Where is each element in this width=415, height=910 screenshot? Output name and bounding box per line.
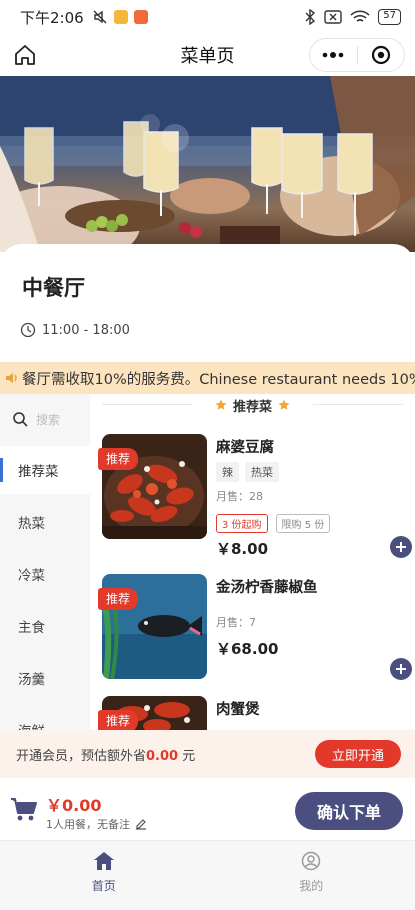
clock-icon	[20, 322, 36, 338]
opening-hours-text: 11:00 - 18:00	[42, 322, 130, 338]
page-title: 菜单页	[180, 46, 235, 67]
mute-icon	[93, 10, 107, 24]
tab-mine-label: 我的	[299, 879, 324, 893]
star-icon	[215, 399, 227, 410]
membership-promo-text: 开通会员，预估额外省0.00 元	[16, 745, 195, 764]
category-hot-dishes[interactable]: 热菜	[0, 498, 90, 546]
dish-name: 肉蟹煲	[216, 702, 260, 718]
plus-icon	[396, 542, 406, 552]
speaker-icon	[6, 373, 17, 383]
home-filled-icon	[93, 852, 114, 870]
target-close-icon	[371, 45, 390, 65]
join-membership-button[interactable]: 立即开通	[315, 740, 401, 768]
dish-tag: 辣	[216, 462, 239, 482]
search-input[interactable]: 搜索	[0, 400, 90, 438]
membership-promo-bar: 开通会员，预估额外省0.00 元 立即开通	[0, 730, 415, 778]
dish-name: 麻婆豆腐	[216, 440, 274, 456]
category-soups[interactable]: 汤羹	[0, 654, 90, 702]
home-icon[interactable]	[12, 42, 38, 68]
recommended-badge: 推荐	[98, 588, 139, 610]
tab-home[interactable]: 首页	[0, 841, 208, 910]
more-dots-icon	[322, 52, 344, 58]
battery-icon: 57	[378, 9, 401, 25]
category-sidebar: 搜索 推荐菜 热菜 冷菜 主食 汤羹 海鲜	[0, 394, 90, 730]
bluetooth-icon	[305, 9, 316, 25]
close-miniprogram-button[interactable]	[358, 39, 405, 71]
dish-price: ￥8.00	[216, 540, 269, 558]
dish-item[interactable]: 推荐 麻婆豆腐 辣 热菜 月售：28 3 份起购 限购 5 份 ￥8.00	[98, 434, 412, 558]
edit-pencil-icon	[136, 819, 146, 830]
banner-illustration	[0, 76, 415, 252]
recommended-badge: 推荐	[98, 448, 139, 470]
section-title: 推荐菜	[232, 399, 272, 415]
category-seafood[interactable]: 海鲜	[0, 706, 90, 730]
section-header: 推荐菜	[90, 394, 415, 416]
dish-item[interactable]: 推荐 金汤柠香藤椒鱼 月售：7 ￥68.00	[98, 574, 412, 684]
purchase-limits: 3 份起购 限购 5 份	[216, 514, 331, 533]
category-cold-dishes[interactable]: 冷菜	[0, 550, 90, 598]
sim-icon	[324, 10, 342, 24]
nav-bar: 菜单页	[0, 34, 415, 76]
status-bar: 下午2:06 57	[0, 0, 415, 34]
dish-monthly-sales: 月售：28	[216, 490, 263, 503]
order-note-text: 1人用餐，无备注	[46, 818, 130, 831]
search-placeholder: 搜索	[36, 412, 61, 427]
category-recommended[interactable]: 推荐菜	[0, 446, 90, 494]
max-order-badge: 限购 5 份	[275, 514, 331, 533]
dish-tag: 热菜	[245, 462, 279, 482]
membership-promo-suffix: 元	[178, 748, 196, 764]
dish-price: ￥68.00	[216, 640, 279, 658]
min-order-badge: 3 份起购	[216, 514, 268, 533]
plus-icon	[396, 664, 406, 674]
app-notification-icon	[113, 10, 128, 24]
user-profile-icon	[302, 851, 321, 871]
tab-home-label: 首页	[91, 879, 116, 893]
shopping-cart-icon[interactable]	[10, 796, 38, 822]
dish-tags: 辣 热菜	[216, 462, 279, 482]
cart-total: ￥0.00	[46, 796, 102, 815]
star-icon-right	[278, 399, 290, 410]
status-system-icons: 57	[304, 9, 401, 25]
restaurant-info-card: 中餐厅 11:00 - 18:00	[0, 244, 415, 362]
confirm-order-button[interactable]: 确认下单	[295, 792, 403, 830]
dish-monthly-sales: 月售：7	[216, 616, 256, 629]
search-icon	[13, 412, 28, 427]
dish-item[interactable]: 推荐 肉蟹煲	[98, 696, 408, 730]
status-time: 下午2:06	[20, 8, 84, 27]
order-note[interactable]: 1人用餐，无备注	[46, 816, 148, 832]
app-notification-icon-2	[133, 10, 148, 24]
recommended-badge: 推荐	[98, 710, 139, 730]
dish-list: 推荐菜 推荐 麻婆豆腐 辣 热菜 月售：28 3 份起购 限购 5 份 ￥8.0…	[90, 394, 415, 730]
miniprogram-capsule	[309, 38, 405, 72]
add-to-cart-button[interactable]	[390, 658, 412, 680]
cart-bar: ￥0.00 1人用餐，无备注 确认下单	[0, 778, 415, 840]
tab-mine[interactable]: 我的	[208, 841, 415, 910]
bottom-tab-bar: 首页 我的	[0, 840, 415, 910]
restaurant-banner-image	[0, 76, 415, 252]
wifi-icon	[350, 10, 370, 22]
more-button[interactable]	[310, 39, 357, 71]
dish-name: 金汤柠香藤椒鱼	[216, 580, 318, 596]
membership-promo-prefix: 开通会员，预估额外省	[16, 748, 147, 764]
status-notification-icons	[92, 9, 148, 25]
opening-hours: 11:00 - 18:00	[20, 322, 130, 338]
membership-savings-amount: 0.00	[146, 748, 179, 764]
service-fee-notice: 餐厅需收取10%的服务费。Chinese restaurant needs 10…	[0, 362, 415, 394]
add-to-cart-button[interactable]	[390, 536, 412, 558]
category-staples[interactable]: 主食	[0, 602, 90, 650]
restaurant-name: 中餐厅	[22, 276, 85, 300]
notice-text: 餐厅需收取10%的服务费。Chinese restaurant needs 10…	[22, 371, 415, 388]
